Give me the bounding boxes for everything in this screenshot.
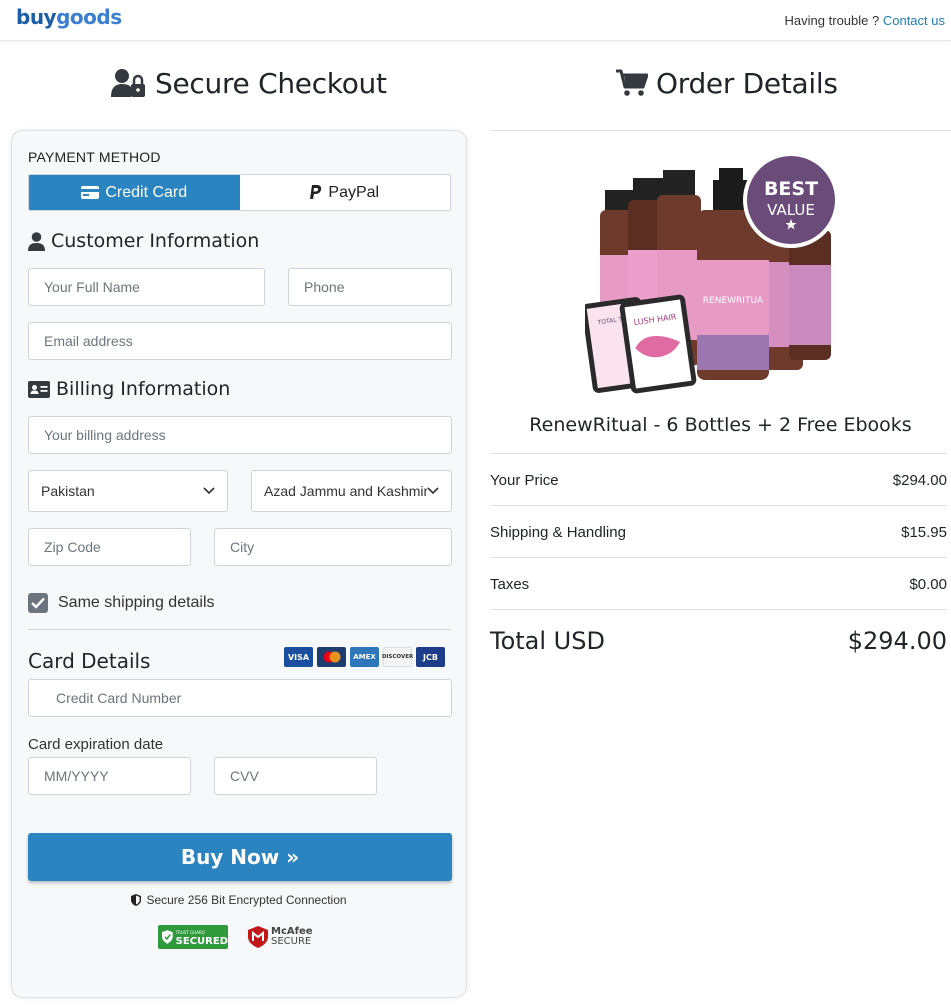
city-input[interactable]: City [214,528,452,566]
help-text: Having trouble ? Contact us [784,13,945,28]
product-image: RENEWRITUA TOTAL TRANSFO LUSH HAIR BEST … [585,152,839,394]
full-name-input[interactable]: Your Full Name [28,268,265,306]
order-rule [490,453,947,454]
svg-text:BEST: BEST [764,178,818,200]
tab-paypal[interactable]: PayPal [239,175,450,210]
discover-logo-icon: DISCOVER [382,647,413,667]
secure-checkout-heading: Secure Checkout [111,65,387,101]
order-details-rule [490,130,951,131]
same-shipping-checkbox-row[interactable]: Same shipping details [28,593,215,613]
same-shipping-checkbox[interactable] [28,593,48,613]
taxes-row: Taxes $0.00 [490,576,947,593]
trust-badges: TRUST GUARD SECURED McAfee SECURE [158,925,313,949]
chevron-down-icon [203,487,215,495]
country-select[interactable]: Pakistan [28,470,228,512]
order-rule [490,505,947,506]
cart-icon [616,69,648,96]
card-expiration-label: Card expiration date [28,736,164,753]
contact-us-link[interactable]: Contact us [883,13,945,28]
credit-card-icon [81,186,100,199]
region-select[interactable]: Azad Jammu and Kashmir [251,470,452,512]
total-row: Total USD $294.00 [490,627,947,655]
payment-method-label: PAYMENT METHOD [28,149,161,165]
secure-connection-note: Secure 256 Bit Encrypted Connection [12,893,466,907]
mcafee-secure-badge: McAfee SECURE [248,926,313,948]
user-lock-icon [111,69,145,97]
page-title: Secure Checkout [155,66,387,100]
ebooks: TOTAL TRANSFO LUSH HAIR [585,294,697,394]
amex-logo-icon: AMEX [350,647,379,667]
chevron-down-icon [427,484,439,496]
phone-input[interactable]: Phone [288,268,452,306]
order-rule [490,609,947,610]
svg-text:VALUE: VALUE [767,201,815,219]
visa-logo-icon: VISA [284,647,313,667]
order-details-heading: Order Details [616,65,838,101]
shipping-row: Shipping & Handling $15.95 [490,524,947,541]
zip-code-input[interactable]: Zip Code [28,528,191,566]
mcafee-shield-icon [248,926,268,948]
checkout-form-card: PAYMENT METHOD Credit Card PayPal Custom… [11,130,467,998]
billing-info-heading: Billing Information [28,378,230,400]
trustguard-secured-badge: TRUST GUARD SECURED [158,925,228,949]
user-icon [28,231,45,251]
buygoods-logo[interactable]: buygoods [16,5,122,29]
shield-check-icon [162,930,173,944]
buy-now-button[interactable]: Buy Now » [28,833,452,881]
shield-icon [131,894,142,906]
payment-method-tabs: Credit Card PayPal [28,174,451,211]
svg-text:RENEWRITUA: RENEWRITUA [703,296,764,306]
product-name: RenewRitual - 6 Bottles + 2 Free Ebooks [529,414,912,436]
cvv-input[interactable]: CVV [214,757,377,795]
expiry-input[interactable]: MM/YYYY [28,757,191,795]
mastercard-logo-icon [317,647,346,667]
customer-info-heading: Customer Information [28,230,259,252]
order-rule [490,557,947,558]
paypal-icon [310,185,322,199]
section-divider [28,629,451,630]
price-row: Your Price $294.00 [490,472,947,489]
checkmark-icon [31,597,45,609]
jcb-logo-icon: JCB [416,647,445,667]
tab-credit-card[interactable]: Credit Card [29,175,240,210]
top-bar: buygoods Having trouble ? Contact us [0,0,951,41]
order-details-title: Order Details [656,66,838,100]
billing-address-input[interactable]: Your billing address [28,416,452,454]
id-card-icon [28,380,50,398]
card-details-heading: Card Details [28,649,151,673]
email-input[interactable]: Email address [28,322,452,360]
card-number-input[interactable]: Credit Card Number [28,679,452,717]
best-value-badge: BEST VALUE [743,152,839,248]
accepted-cards: VISA AMEX DISCOVER JCB [284,647,445,667]
